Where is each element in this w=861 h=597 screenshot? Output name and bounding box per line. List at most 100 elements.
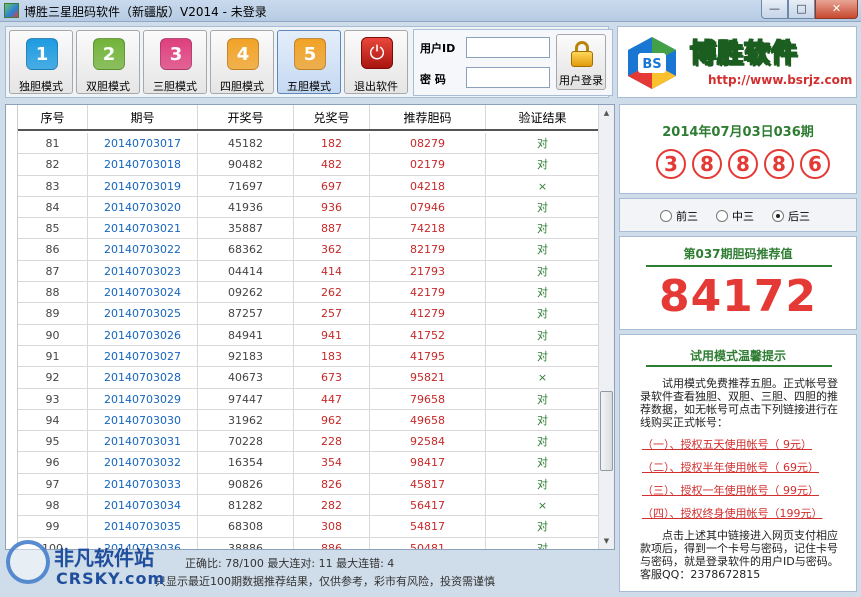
table-row[interactable]: 94 20140703030 31962 962 49658 对 [18,409,600,432]
cell-issue: 20140703031 [88,431,198,452]
table-row[interactable]: 97 20140703033 90826 826 45817 对 [18,473,600,496]
draw-ball: 8 [728,149,758,179]
mode-5-button[interactable]: 5 五胆模式 [277,30,341,94]
col-header-issue[interactable]: 期号 [88,105,198,129]
radio-middle-three[interactable]: 中三 [716,208,754,224]
table-row[interactable]: 90 20140703026 84941 941 41752 对 [18,324,600,346]
scroll-thumb[interactable] [600,391,613,471]
cell-issue: 20140703033 [88,473,198,495]
grid-scrollbar[interactable]: ▲ ▼ [598,105,614,549]
col-header-seq[interactable]: 序号 [18,105,88,129]
cell-draw: 09262 [198,282,294,303]
scroll-down-icon[interactable]: ▼ [599,533,614,549]
logo-title: 博胜软件 [690,33,798,70]
toolbar: 1 独胆模式 2 双胆模式 3 三胆模式 4 四胆模式 5 五胆模式 ⏻ 退出软… [5,26,613,98]
latest-draw-panel: 2014年07月03日036期 3 8 8 8 6 [619,104,857,194]
recommend-divider [646,265,832,267]
mode-1-button[interactable]: 1 独胆模式 [9,30,73,94]
table-row[interactable]: 92 20140703028 40673 673 95821 × [18,367,600,389]
table-row[interactable]: 87 20140703023 04414 414 21793 对 [18,260,600,283]
logo-panel: BS 博胜软件 http://www.bsrjz.com [617,26,857,98]
radio-front-three[interactable]: 前三 [660,208,698,224]
cell-seq: 92 [18,367,88,388]
mode-3-label: 三胆模式 [153,80,197,93]
radio-back-three[interactable]: 后三 [772,208,810,224]
cell-verify: 对 [486,345,600,367]
watermark-en: CRSKY.com [56,569,166,588]
radio-label: 后三 [788,210,810,223]
col-header-verify[interactable]: 验证结果 [486,105,600,129]
mode-1-number-icon: 1 [26,38,58,70]
scroll-up-icon[interactable]: ▲ [599,105,614,121]
col-header-draw[interactable]: 开奖号 [198,105,294,129]
minimize-button[interactable]: — [761,0,788,19]
mode-3-button[interactable]: 3 三胆模式 [143,30,207,94]
user-id-input[interactable] [466,37,550,58]
buy-link-1year[interactable]: （三）、授权一年使用帐号（ 99元） [642,482,838,498]
cell-seq: 98 [18,495,88,516]
cell-prize: 282 [294,495,370,516]
cell-verify: 对 [486,196,600,218]
cell-issue: 20140703023 [88,260,198,282]
table-row[interactable]: 95 20140703031 70228 228 92584 对 [18,431,600,453]
col-header-prize[interactable]: 兑奖号 [294,105,370,129]
tips-outro: 点击上述其中链接进入网页支付相应款项后，得到一个卡号与密码，记住卡号与密码，就是… [640,529,839,581]
mode-2-button[interactable]: 2 双胆模式 [76,30,140,94]
maximize-button[interactable]: □ [788,0,815,19]
buy-link-halfyear[interactable]: （二）、授权半年使用帐号（ 69元） [642,459,838,475]
table-row[interactable]: 96 20140703032 16354 354 98417 对 [18,452,600,474]
cell-issue: 20140703018 [88,154,198,175]
table-row[interactable]: 99 20140703035 68308 308 54817 对 [18,516,600,538]
cell-seq: 87 [18,260,88,282]
login-button[interactable]: 用户登录 [556,34,606,90]
buy-link-5days[interactable]: （一）、授权五天使用帐号（ 9元） [642,436,838,452]
table-row[interactable]: 88 20140703024 09262 262 42179 对 [18,282,600,304]
logo-url[interactable]: http://www.bsrjz.com [708,73,852,87]
cell-prize: 697 [294,175,370,196]
table-row[interactable]: 81 20140703017 45182 182 08279 对 [18,133,600,155]
cell-issue: 20140703021 [88,218,198,239]
cell-prize: 447 [294,388,370,409]
cell-issue: 20140703025 [88,303,198,324]
table-row[interactable]: 93 20140703029 97447 447 79658 对 [18,388,600,410]
cell-verify: 对 [486,409,600,431]
stats-text: 正确比: 78/100 最大连对: 11 最大连错: 4 [185,557,395,570]
buy-link-lifetime[interactable]: （四）、授权终身使用帐号（199元） [642,505,838,521]
grid-rows: 81 20140703017 45182 182 08279 对 82 20140703018… [18,133,600,549]
table-row[interactable]: 85 20140703021 35887 887 74218 对 [18,218,600,240]
cell-issue: 20140703030 [88,409,198,431]
tips-divider [646,365,832,367]
cell-issue: 20140703024 [88,282,198,303]
table-row[interactable]: 98 20140703034 81282 282 56417 × [18,495,600,517]
cell-draw: 31962 [198,409,294,431]
cell-verify: 对 [486,473,600,495]
password-input[interactable] [466,67,550,88]
col-header-recommend[interactable]: 推荐胆码 [370,105,486,129]
cell-seq: 93 [18,388,88,409]
radio-icon [772,210,784,222]
row-indicator-column [6,105,18,549]
table-row[interactable]: 89 20140703025 87257 257 41279 对 [18,303,600,325]
mode-4-button[interactable]: 4 四胆模式 [210,30,274,94]
exit-button[interactable]: ⏻ 退出软件 [344,30,408,94]
table-row[interactable]: 82 20140703018 90482 482 02179 对 [18,154,600,176]
table-row[interactable]: 83 20140703019 71697 697 04218 × [18,175,600,197]
cell-issue: 20140703026 [88,324,198,345]
cell-verify: 对 [486,388,600,409]
draw-ball: 3 [656,149,686,179]
table-row[interactable]: 84 20140703020 41936 936 07946 对 [18,196,600,219]
mode-5-number-icon: 5 [294,38,326,70]
cell-draw: 92183 [198,345,294,367]
cell-prize: 362 [294,239,370,260]
cell-verify: 对 [486,516,600,537]
table-row[interactable]: 91 20140703027 92183 183 41795 对 [18,345,600,368]
cell-recommend: 49658 [370,409,486,431]
cell-recommend: 41279 [370,303,486,324]
cell-seq: 82 [18,154,88,175]
cell-seq: 97 [18,473,88,495]
cell-verify: × [486,175,600,196]
table-row[interactable]: 86 20140703022 68362 362 82179 对 [18,239,600,261]
close-button[interactable]: ✕ [815,0,858,19]
cell-draw: 40673 [198,367,294,388]
recommend-value: 84172 [658,271,818,322]
